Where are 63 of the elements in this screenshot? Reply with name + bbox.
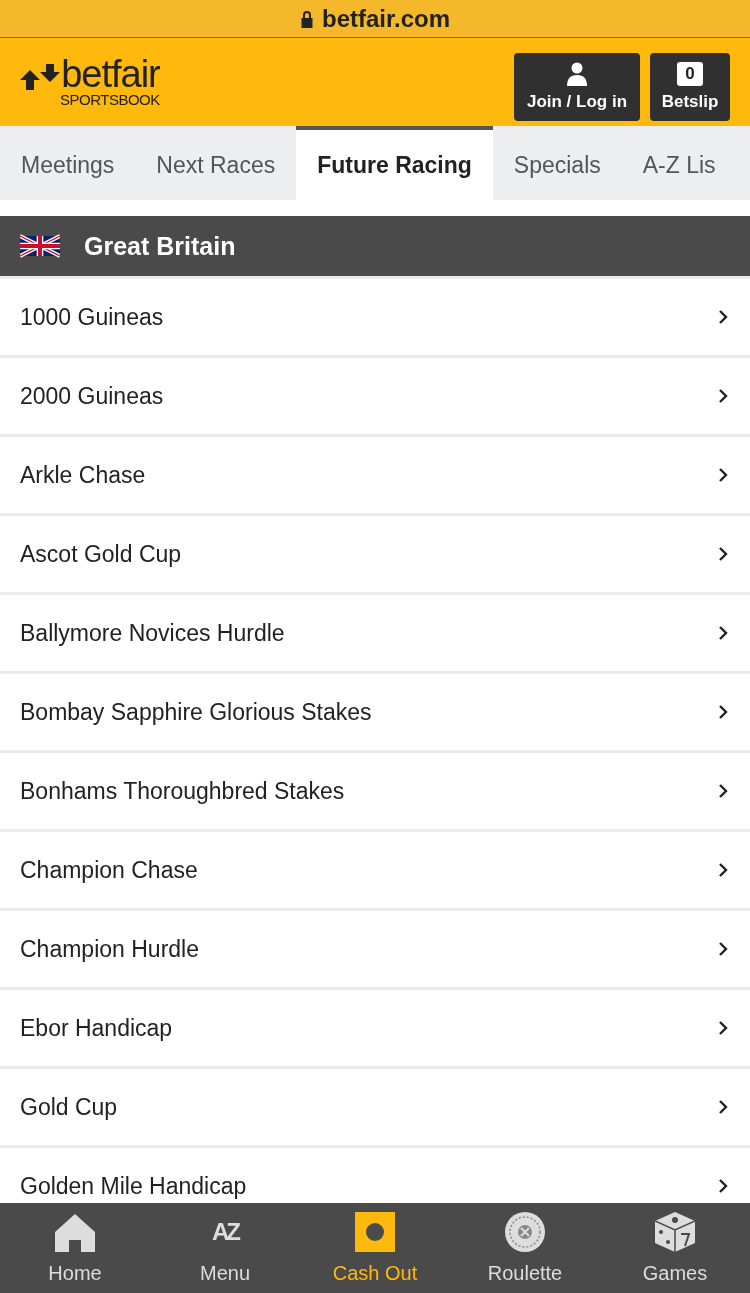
nav-item[interactable]: Cash Out [300, 1203, 450, 1293]
logo-subtitle: SPORTSBOOK [60, 92, 160, 108]
chevron-icon [718, 546, 728, 562]
race-name: Bonhams Thoroughbred Stakes [20, 777, 345, 805]
chevron-icon [718, 941, 728, 957]
race-row[interactable]: 1000 Guineas [0, 279, 750, 355]
tab[interactable]: Specials [492, 126, 622, 200]
chevron-icon [718, 1178, 728, 1194]
home-icon [55, 1211, 95, 1252]
section-title: Great Britain [84, 231, 236, 261]
chevron-icon [718, 783, 728, 799]
betslip-button[interactable]: 0 Betslip [650, 53, 730, 121]
race-name: Gold Cup [20, 1093, 118, 1121]
race-row[interactable]: Gold Cup [0, 1069, 750, 1145]
race-name: 1000 Guineas [20, 303, 164, 331]
race-row[interactable]: Bombay Sapphire Glorious Stakes [0, 674, 750, 750]
nav-item[interactable]: Games [600, 1203, 750, 1293]
race-name: 2000 Guineas [20, 382, 164, 410]
url-text: betfair.com [321, 4, 450, 33]
chevron-icon [718, 388, 728, 404]
tab[interactable]: Next Races [135, 126, 297, 200]
race-name: Champion Hurdle [20, 935, 199, 963]
nav-item[interactable]: Home [0, 1203, 150, 1293]
race-row[interactable]: Champion Chase [0, 832, 750, 908]
tab[interactable]: Meetings [0, 126, 136, 200]
roulette-icon [505, 1211, 545, 1252]
logo-name: betfair [61, 56, 160, 92]
chevron-icon [718, 704, 728, 720]
race-row[interactable]: Golden Mile Handicap [0, 1148, 750, 1203]
race-row[interactable]: Ascot Gold Cup [0, 516, 750, 592]
chevron-icon [718, 625, 728, 641]
race-name: Arkle Chase [20, 461, 146, 489]
coin-icon [355, 1211, 395, 1252]
race-row[interactable]: Ebor Handicap [0, 990, 750, 1066]
betslip-count: 0 [677, 62, 703, 86]
address-bar[interactable]: betfair.com [0, 0, 750, 38]
race-row[interactable]: 2000 Guineas [0, 358, 750, 434]
nav-item[interactable]: Roulette [450, 1203, 600, 1293]
chevron-icon [718, 1020, 728, 1036]
dice-icon [655, 1211, 695, 1252]
chevron-icon [718, 467, 728, 483]
race-row[interactable]: Arkle Chase [0, 437, 750, 513]
race-name: Golden Mile Handicap [20, 1172, 247, 1200]
person-icon [567, 62, 587, 86]
race-name: Ebor Handicap [20, 1014, 173, 1042]
race-row[interactable]: Champion Hurdle [0, 911, 750, 987]
chevron-icon [718, 309, 728, 325]
race-name: Champion Chase [20, 856, 198, 884]
race-name: Ascot Gold Cup [20, 540, 182, 568]
login-button[interactable]: Join / Log in [514, 53, 640, 121]
race-row[interactable]: Bonhams Thoroughbred Stakes [0, 753, 750, 829]
az-icon: AZ [212, 1211, 238, 1252]
race-row[interactable]: Ballymore Novices Hurdle [0, 595, 750, 671]
chevron-icon [718, 1099, 728, 1115]
nav-item[interactable]: AZ Menu [150, 1203, 300, 1293]
lock-icon [299, 9, 314, 28]
race-name: Ballymore Novices Hurdle [20, 619, 285, 647]
tab[interactable]: A-Z Lis [621, 126, 737, 200]
flag-icon [20, 234, 60, 258]
race-name: Bombay Sapphire Glorious Stakes [20, 698, 372, 726]
tab[interactable]: Future Racing [296, 126, 493, 200]
chevron-icon [718, 862, 728, 878]
logo-arrows-icon [20, 62, 60, 92]
